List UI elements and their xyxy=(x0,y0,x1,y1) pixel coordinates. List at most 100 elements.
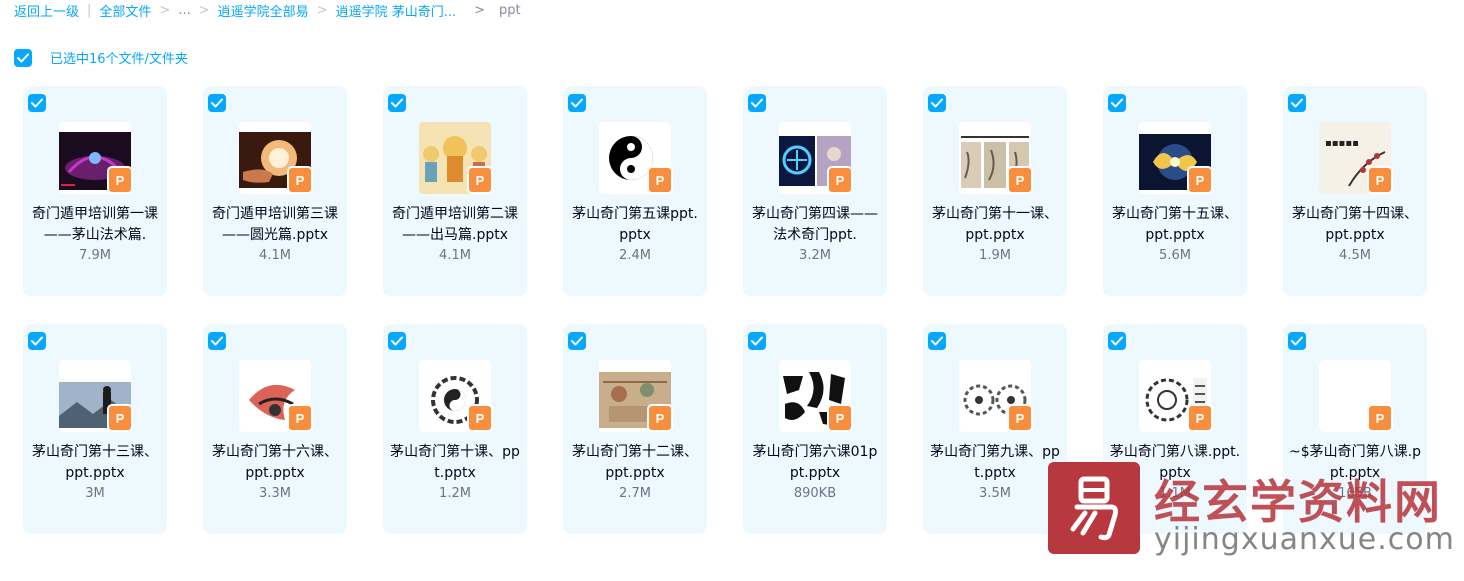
file-tile[interactable]: P 茅山奇门第五课ppt.pptx 2.4M xyxy=(563,86,707,296)
select-all: 已选中16个文件/文件夹 xyxy=(14,48,188,67)
back-link[interactable]: 返回上一级 xyxy=(14,1,79,20)
breadcrumb: 返回上一级 | 全部文件 > ... > 逍遥学院全部易 > 逍遥学院 茅山奇门… xyxy=(14,0,521,20)
file-tile[interactable]: P 奇门遁甲培训第二课——出马篇.pptx 4.1M xyxy=(383,86,527,296)
breadcrumb-divider: | xyxy=(87,2,92,18)
check-icon xyxy=(931,98,943,108)
breadcrumb-all-files[interactable]: 全部文件 xyxy=(99,1,151,20)
ppt-file-icon: P xyxy=(829,406,851,430)
ppt-file-icon-letter: P xyxy=(115,410,125,426)
file-checkbox[interactable] xyxy=(388,332,406,350)
ppt-file-icon-letter: P xyxy=(295,172,305,188)
file-name[interactable]: 奇门遁甲培训第一课——茅山法术篇. xyxy=(29,204,161,246)
check-icon xyxy=(571,98,583,108)
file-name[interactable]: 奇门遁甲培训第三课——圆光篇.pptx xyxy=(209,204,341,246)
check-icon xyxy=(211,336,223,346)
file-size: 1.2M xyxy=(439,486,471,501)
file-tile[interactable]: P 茅山奇门第六课01ppt.pptx 890KB xyxy=(743,324,887,534)
file-size: 5.6M xyxy=(1159,248,1191,263)
ppt-file-icon-letter: P xyxy=(1195,172,1205,188)
file-name[interactable]: 茅山奇门第五课ppt.pptx xyxy=(569,204,701,246)
file-checkbox[interactable] xyxy=(1108,332,1126,350)
file-name[interactable]: 茅山奇门第十三课、ppt.pptx xyxy=(29,442,161,484)
check-icon xyxy=(751,98,763,108)
file-name[interactable]: 茅山奇门第十四课、ppt.pptx xyxy=(1289,204,1421,246)
check-icon xyxy=(1111,98,1123,108)
file-tile[interactable]: P 茅山奇门第十六课、ppt.pptx 3.3M xyxy=(203,324,347,534)
file-tile[interactable]: P 茅山奇门第十三课、ppt.pptx 3M xyxy=(23,324,167,534)
file-size: 4.1M xyxy=(439,248,471,263)
file-checkbox[interactable] xyxy=(1108,94,1126,112)
file-tile[interactable]: P 茅山奇门第十二课、ppt.pptx 2.7M xyxy=(563,324,707,534)
breadcrumb-folder-maoshan[interactable]: 逍遥学院 茅山奇门... xyxy=(336,1,457,20)
file-name[interactable]: 茅山奇门第十二课、ppt.pptx xyxy=(569,442,701,484)
file-name[interactable]: 茅山奇门第十五课、ppt.pptx xyxy=(1109,204,1241,246)
file-checkbox[interactable] xyxy=(928,332,946,350)
file-name[interactable]: 茅山奇门第四课——法术奇门ppt. xyxy=(749,204,881,246)
breadcrumb-separator: > xyxy=(316,2,328,18)
file-name[interactable]: 茅山奇门第十课、ppt.pptx xyxy=(389,442,521,484)
breadcrumb-folder-xiaoyao[interactable]: 逍遥学院全部易 xyxy=(218,1,309,20)
file-tile[interactable]: P 奇门遁甲培训第三课——圆光篇.pptx 4.1M xyxy=(203,86,347,296)
file-checkbox[interactable] xyxy=(28,332,46,350)
check-icon xyxy=(31,336,43,346)
file-tile[interactable]: P 茅山奇门第十五课、ppt.pptx 5.6M xyxy=(1103,86,1247,296)
check-icon xyxy=(17,53,29,62)
file-checkbox[interactable] xyxy=(748,94,766,112)
file-checkbox[interactable] xyxy=(1288,94,1306,112)
check-icon xyxy=(31,98,43,108)
file-checkbox[interactable] xyxy=(748,332,766,350)
file-tile[interactable]: P 茅山奇门第四课——法术奇门ppt. 3.2M xyxy=(743,86,887,296)
ppt-file-icon-letter: P xyxy=(115,172,125,188)
ppt-file-icon-letter: P xyxy=(295,410,305,426)
breadcrumb-ellipsis[interactable]: ... xyxy=(178,3,190,18)
ppt-file-icon-letter: P xyxy=(1015,172,1025,188)
check-icon xyxy=(1291,336,1303,346)
select-all-checkbox[interactable] xyxy=(14,48,32,67)
ppt-file-icon-letter: P xyxy=(835,172,845,188)
ppt-file-icon: P xyxy=(109,168,131,192)
ppt-file-icon-letter: P xyxy=(1375,410,1385,426)
check-icon xyxy=(751,336,763,346)
file-checkbox[interactable] xyxy=(208,94,226,112)
ppt-file-icon: P xyxy=(829,168,851,192)
ppt-file-icon: P xyxy=(1189,168,1211,192)
file-checkbox[interactable] xyxy=(568,94,586,112)
file-size: 3M xyxy=(85,486,105,501)
file-size: 1.9M xyxy=(979,248,1011,263)
file-size: 2.7M xyxy=(619,486,651,501)
ppt-file-icon: P xyxy=(469,406,491,430)
ppt-file-icon-letter: P xyxy=(1195,410,1205,426)
check-icon xyxy=(931,336,943,346)
check-icon xyxy=(391,336,403,346)
file-size: 4.1M xyxy=(259,248,291,263)
file-checkbox[interactable] xyxy=(1288,332,1306,350)
file-checkbox[interactable] xyxy=(928,94,946,112)
file-checkbox[interactable] xyxy=(568,332,586,350)
file-size: 4.5M xyxy=(1339,248,1371,263)
file-checkbox[interactable] xyxy=(208,332,226,350)
file-tile[interactable]: ▪▪▪▪▪ P 茅山奇门第十四课、ppt.pptx 4.5M xyxy=(1283,86,1427,296)
file-tile[interactable]: P 茅山奇门第十一课、ppt.pptx 1.9M xyxy=(923,86,1067,296)
file-name[interactable]: 茅山奇门第六课01ppt.pptx xyxy=(749,442,881,484)
file-size: 3.2M xyxy=(799,248,831,263)
ppt-file-icon-letter: P xyxy=(475,172,485,188)
ppt-file-icon-letter: P xyxy=(1015,410,1025,426)
file-name[interactable]: 茅山奇门第十一课、ppt.pptx xyxy=(929,204,1061,246)
check-icon xyxy=(391,98,403,108)
ppt-file-icon: P xyxy=(289,168,311,192)
file-name[interactable]: 奇门遁甲培训第二课——出马篇.pptx xyxy=(389,204,521,246)
file-checkbox[interactable] xyxy=(388,94,406,112)
file-checkbox[interactable] xyxy=(28,94,46,112)
check-icon xyxy=(1291,98,1303,108)
breadcrumb-separator: > xyxy=(474,2,485,18)
ppt-file-icon: P xyxy=(1189,406,1211,430)
file-name[interactable]: 茅山奇门第十六课、ppt.pptx xyxy=(209,442,341,484)
ppt-file-icon-letter: P xyxy=(835,410,845,426)
watermark-logo-icon xyxy=(1070,476,1118,541)
file-tile[interactable]: P 奇门遁甲培训第一课——茅山法术篇. 7.9M xyxy=(23,86,167,296)
file-name[interactable]: 茅山奇门第九课、ppt.pptx xyxy=(929,442,1061,484)
watermark: 经玄学资料网 yijingxuanxue.com xyxy=(1046,458,1464,581)
file-size: 3.3M xyxy=(259,486,291,501)
check-icon xyxy=(1111,336,1123,346)
file-tile[interactable]: P 茅山奇门第十课、ppt.pptx 1.2M xyxy=(383,324,527,534)
